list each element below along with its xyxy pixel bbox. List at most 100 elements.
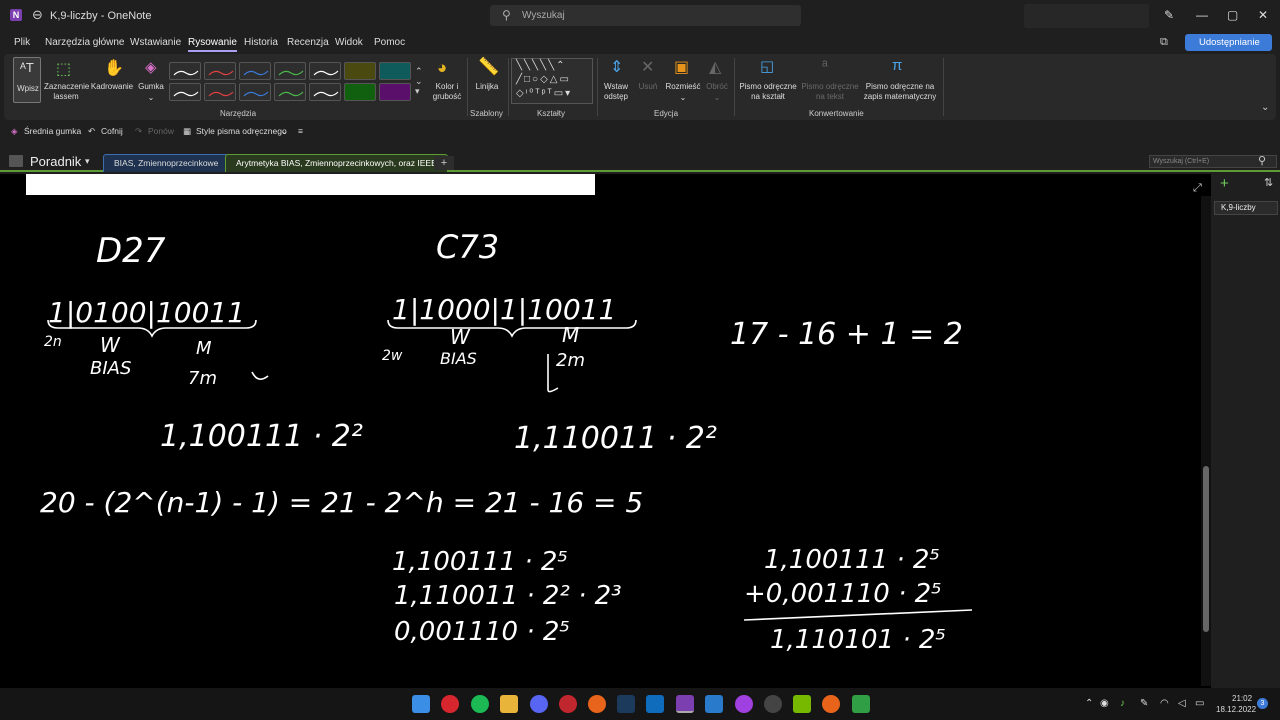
pen-tray-icon[interactable]: ✎: [1140, 698, 1148, 709]
highlighter-purple[interactable]: [379, 83, 411, 101]
pen-green-2[interactable]: [274, 83, 306, 101]
close-button[interactable]: ✕: [1258, 8, 1268, 22]
mic-icon[interactable]: ♪: [1120, 698, 1125, 709]
network-icon[interactable]: ◉: [1100, 698, 1109, 709]
pen-red-2[interactable]: [204, 83, 236, 101]
menu-insert[interactable]: Wstawianie: [130, 37, 181, 48]
battery-icon[interactable]: ▭: [1195, 698, 1204, 709]
ink-note: 2n: [44, 334, 62, 350]
window-title: K,9-liczby - OneNote: [50, 10, 152, 22]
maximize-button[interactable]: ▢: [1227, 8, 1238, 22]
pen-icon[interactable]: ✎: [1164, 8, 1174, 22]
pen-blue-1[interactable]: [239, 62, 271, 80]
clock-date[interactable]: 18.12.2022: [1216, 705, 1256, 714]
notebook-dropdown-icon[interactable]: ▾: [85, 156, 90, 167]
file-explorer-icon[interactable]: [500, 695, 518, 713]
messenger-icon[interactable]: [735, 695, 753, 713]
pen-white-2[interactable]: [309, 62, 341, 80]
ink-to-text-button[interactable]: ᵃ Pismo odręczne na tekst: [800, 57, 860, 103]
menu-draw[interactable]: Rysowanie: [188, 37, 237, 52]
pan-tool[interactable]: ✋ Kadrowanie: [90, 57, 134, 103]
account-area[interactable]: [1024, 4, 1149, 28]
steam-icon[interactable]: [617, 695, 635, 713]
pens-scroll-icon[interactable]: ⌃ ⌄ ▾: [415, 66, 423, 96]
chatgpt-icon[interactable]: [764, 695, 782, 713]
ink-styles-button[interactable]: Style pisma odręcznego: [196, 126, 287, 136]
minimize-button[interactable]: —: [1196, 8, 1208, 22]
customize-toolbar-icon[interactable]: ≡: [298, 126, 303, 136]
search-box[interactable]: ⚲ Wyszukaj: [490, 5, 801, 26]
firefox-icon[interactable]: [822, 695, 840, 713]
app-icon[interactable]: [852, 695, 870, 713]
ink-drawing: D27 C73 1|0100|10011 W 2n BIAS M 7m 1|10…: [40, 228, 973, 655]
pen-red-1[interactable]: [204, 62, 236, 80]
ink-note: BIAS: [440, 349, 477, 368]
onenote-taskbar-icon[interactable]: [676, 695, 694, 713]
redo-button[interactable]: Ponów: [148, 126, 174, 136]
opera-icon[interactable]: [441, 695, 459, 713]
ink-styles-dropdown-icon[interactable]: ⌄: [281, 126, 288, 137]
clock-time[interactable]: 21:02: [1232, 694, 1252, 703]
arrange-button[interactable]: ▣ Rozmieść ⌄: [664, 57, 702, 103]
pen-white-1[interactable]: [169, 62, 201, 80]
sort-icon[interactable]: ⇅: [1264, 176, 1273, 189]
delete-button[interactable]: ✕ Usuń: [635, 57, 661, 103]
ink-to-math-button[interactable]: π Pismo odręczne na zapis matematyczny: [860, 57, 940, 103]
lasso-tool[interactable]: ⬚ Zaznaczenie lassem: [44, 57, 89, 103]
windows-start-icon[interactable]: [412, 695, 430, 713]
nvidia-icon[interactable]: [793, 695, 811, 713]
ink-note: 1|1000|1|10011: [392, 293, 616, 326]
collapse-ribbon-icon[interactable]: ⌄: [1261, 102, 1269, 113]
scrollbar-thumb[interactable]: [1203, 466, 1209, 632]
search-icon[interactable]: ⚲: [1258, 154, 1266, 167]
expand-icon[interactable]: ⤢: [1193, 182, 1202, 195]
wifi-icon[interactable]: ◠: [1160, 698, 1169, 709]
page-canvas[interactable]: D27 C73 1|0100|10011 W 2n BIAS M 7m 1|10…: [0, 174, 1211, 688]
section-tab-active[interactable]: Arytmetyka BIAS, Zmiennoprzecinkowych, o…: [225, 154, 448, 172]
eraser-tool[interactable]: ◈ Gumka ⌄: [134, 57, 168, 103]
section-tab[interactable]: BIAS, Zmiennoprzecinkowe: [103, 154, 230, 172]
ruler-button[interactable]: 📏 Linijka: [470, 57, 504, 103]
notebook-name[interactable]: Poradnik: [30, 154, 81, 169]
add-section-button[interactable]: +: [434, 156, 454, 170]
pen-green-1[interactable]: [274, 62, 306, 80]
menu-file[interactable]: Plik: [14, 37, 30, 48]
menu-home[interactable]: Narzędzia główne: [45, 37, 125, 48]
undo-button[interactable]: Cofnij: [101, 126, 123, 136]
ink-note: +0,001110 · 2⁵: [744, 579, 942, 609]
menu-view[interactable]: Widok: [335, 37, 363, 48]
pen-blue-2[interactable]: [239, 83, 271, 101]
pen-white-3[interactable]: [169, 83, 201, 101]
menu-bar: Plik Narzędzia główne Wstawianie Rysowan…: [0, 32, 1280, 54]
ea-icon[interactable]: [559, 695, 577, 713]
share-button[interactable]: Udostępnianie: [1185, 34, 1272, 51]
page-item[interactable]: K,9-liczby: [1214, 201, 1278, 215]
highlighter-green[interactable]: [344, 83, 376, 101]
menu-history[interactable]: Historia: [244, 37, 278, 48]
tray-chevron-icon[interactable]: ⌃: [1085, 698, 1093, 709]
volume-icon[interactable]: ◁: [1178, 698, 1186, 709]
spotify-icon[interactable]: [471, 695, 489, 713]
ink-to-shape-button[interactable]: ◱ Pismo odręczne na kształt: [738, 57, 798, 103]
notification-badge[interactable]: 3: [1257, 698, 1268, 709]
back-arrow-icon[interactable]: ⊖: [32, 7, 43, 23]
add-page-icon[interactable]: +: [1220, 175, 1229, 192]
insert-space-button[interactable]: ⇕ Wstaw odstęp: [601, 57, 631, 103]
menu-review[interactable]: Recenzja: [287, 37, 329, 48]
eraser-dropdown-icon[interactable]: ⌄: [134, 93, 168, 103]
outlook-icon[interactable]: [646, 695, 664, 713]
type-tool[interactable]: ᴬT Wpisz: [13, 57, 41, 103]
color-thickness-button[interactable]: ◕ Kolor i grubość: [432, 57, 462, 103]
highlighter-teal[interactable]: [379, 62, 411, 80]
open-window-icon[interactable]: ⧉: [1160, 36, 1168, 49]
separator: [508, 58, 509, 116]
medium-eraser-button[interactable]: Średnia gumka: [24, 126, 81, 136]
origin-icon[interactable]: [588, 695, 606, 713]
rotate-button[interactable]: ◭ Obróć ⌄: [704, 57, 730, 103]
highlighter-yellow[interactable]: [344, 62, 376, 80]
discord-icon[interactable]: [530, 695, 548, 713]
pen-white-4[interactable]: [309, 83, 341, 101]
vscode-icon[interactable]: [705, 695, 723, 713]
shapes-gallery[interactable]: ╲╲╲╲╲⌃ ╱□○◇△▭ ◇ᶦ⁰ᵀᵖᵀ▭▾: [511, 58, 593, 104]
menu-help[interactable]: Pomoc: [374, 37, 405, 48]
